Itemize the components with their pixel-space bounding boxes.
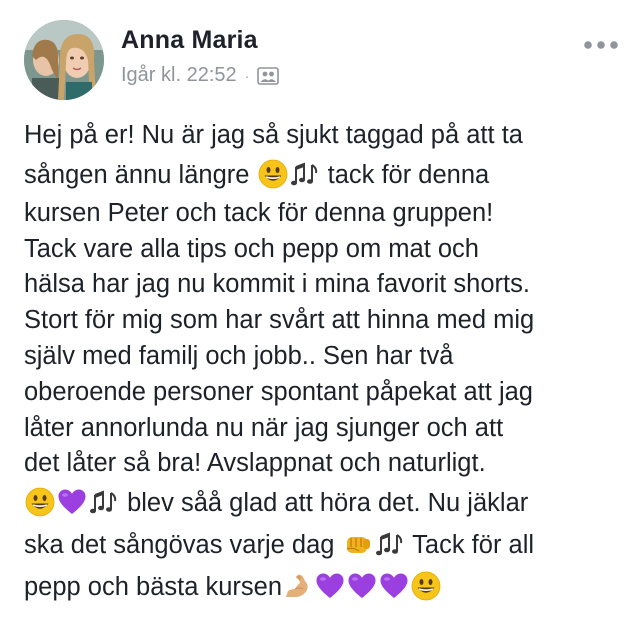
friends-icon[interactable]	[257, 66, 280, 85]
oncoming-fist-emoji	[343, 529, 373, 559]
post-text-segment: blev såå glad att höra det. Nu jäklar	[120, 489, 529, 518]
post-text-line: Tack vare alla tips och pepp om mat och	[24, 234, 479, 263]
avatar[interactable]	[24, 20, 104, 100]
post-text-line: låter annorlunda nu när jag sjunger och …	[24, 413, 504, 442]
post-body: Hej på er! Nu är jag så sjukt taggad på …	[24, 118, 624, 608]
post-header: Anna Maria Igår kl. 22:52 ·	[24, 18, 620, 104]
post-text-line: Hej på er! Nu är jag så sjukt taggad på …	[24, 121, 523, 149]
purple-heart-emoji	[315, 571, 345, 601]
post-text-segment: sången ännu längre	[24, 160, 257, 189]
post-text-line: pepp och bästa kursen	[24, 566, 624, 608]
post-text-line: själv med familj och jobb.. Sen har två	[24, 341, 454, 370]
grinning-face-emoji	[25, 487, 55, 517]
post-text-segment: pepp och bästa kursen	[24, 573, 283, 602]
post-text-line: det låter så bra! Avslappnat och naturli…	[24, 449, 486, 478]
facebook-post: Anna Maria Igår kl. 22:52 · Hej på er! N…	[0, 0, 640, 641]
grinning-face-emoji	[258, 159, 288, 189]
post-text-segment: ska det sångövas varje dag	[24, 531, 342, 560]
post-text-line: oberoende personer spontant påpekat att …	[24, 377, 533, 406]
post-text-line: ska det sångövas varje dag Tack för all	[24, 524, 624, 566]
purple-heart-emoji	[57, 487, 87, 517]
post-text-segment: tack för denna	[320, 160, 490, 189]
post-text-line: Stort för mig som har svårt att hinna me…	[24, 306, 535, 335]
more-options-button[interactable]	[582, 36, 620, 54]
meta-separator: ·	[244, 67, 250, 84]
post-meta: Igår kl. 22:52 ·	[121, 64, 280, 87]
more-horizontal-icon	[584, 41, 618, 49]
post-text-line: kursen Peter och tack för denna gruppen!	[24, 198, 494, 227]
purple-heart-emoji	[379, 571, 409, 601]
post-text-line: hälsa har jag nu kommit i mina favorit s…	[24, 270, 530, 299]
purple-heart-emoji	[347, 571, 377, 601]
flexed-biceps-emoji	[283, 571, 313, 601]
timestamp[interactable]: Igår kl. 22:52	[121, 64, 237, 87]
post-text-line: blev såå glad att höra det. Nu jäklar	[24, 482, 624, 524]
musical-notes-emoji	[375, 529, 405, 559]
post-text-segment: Tack för all	[405, 531, 535, 560]
post-text-line: sången ännu längre tack för denna	[24, 154, 624, 196]
grinning-face-emoji	[411, 571, 441, 601]
author-name[interactable]: Anna Maria	[121, 26, 258, 55]
musical-notes-emoji	[89, 487, 119, 517]
musical-notes-emoji	[290, 159, 320, 189]
